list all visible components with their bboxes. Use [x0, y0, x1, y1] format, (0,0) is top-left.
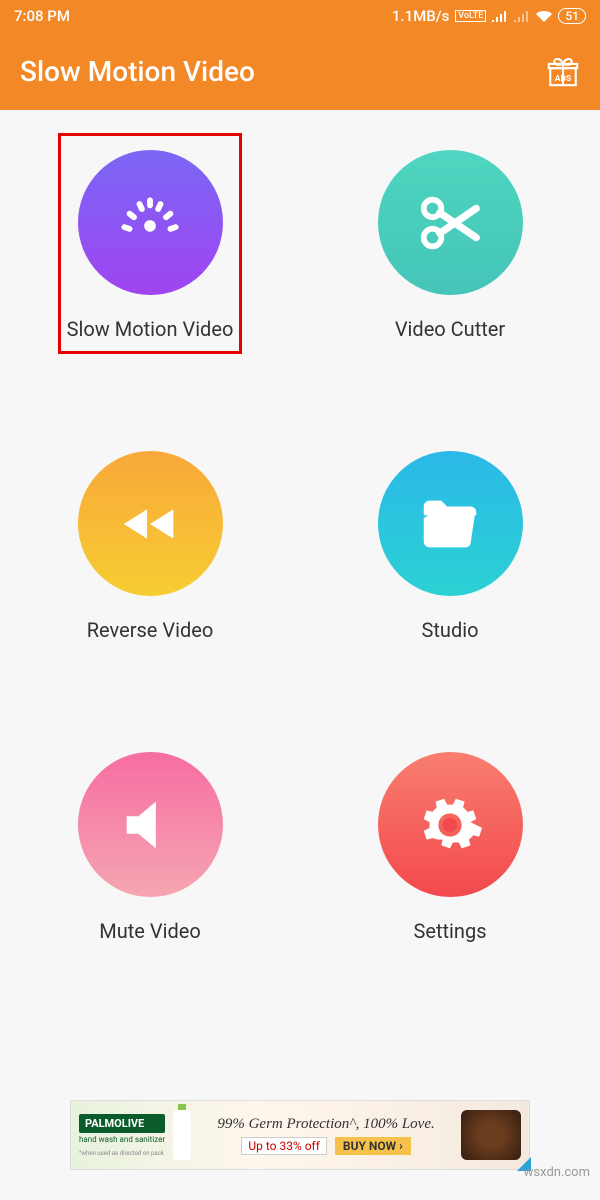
status-bar: 7:08 PM 1.1MB/s VoLTE 51 [0, 0, 600, 32]
mute-video-button[interactable]: Mute Video [78, 752, 223, 943]
gear-icon [415, 790, 485, 860]
app-header: Slow Motion Video ADS [0, 32, 600, 110]
svg-text:ADS: ADS [555, 74, 571, 84]
volte-icon: VoLTE [455, 10, 486, 22]
signal-icon [492, 10, 508, 22]
settings-label: Settings [413, 919, 486, 943]
folder-icon [415, 489, 485, 559]
ad-headline: 99% Germ Protection^, 100% Love. [217, 1116, 434, 1133]
status-time: 7:08 PM [14, 7, 70, 25]
ad-brand-block: PALMOLIVE hand wash and sanitizer ^when … [79, 1114, 165, 1157]
watermark: wsxdn.com [524, 1165, 590, 1180]
slow-motion-label: Slow Motion Video [67, 317, 234, 341]
net-speed: 1.1MB/s [392, 7, 449, 25]
speedometer-icon [115, 188, 185, 258]
video-cutter-button[interactable]: Video Cutter [378, 150, 523, 341]
wifi-icon [536, 10, 552, 22]
ad-banner[interactable]: PALMOLIVE hand wash and sanitizer ^when … [70, 1100, 530, 1170]
speaker-icon [115, 790, 185, 860]
studio-button[interactable]: Studio [378, 451, 523, 642]
reverse-video-button[interactable]: Reverse Video [78, 451, 223, 642]
reverse-video-label: Reverse Video [87, 618, 214, 642]
ad-copy: 99% Germ Protection^, 100% Love. Up to 3… [199, 1116, 453, 1155]
video-cutter-label: Video Cutter [395, 317, 505, 341]
ad-product-image-2 [461, 1110, 521, 1160]
mute-video-label: Mute Video [99, 919, 200, 943]
settings-button[interactable]: Settings [378, 752, 523, 943]
ad-brand-sub: hand wash and sanitizer [79, 1135, 165, 1144]
main-menu-grid: Slow Motion Video Video Cutter Reverse V… [0, 110, 600, 943]
ad-cta-button[interactable]: BUY NOW › [335, 1137, 411, 1155]
rewind-icon [115, 489, 185, 559]
signal-icon-2 [514, 10, 530, 22]
ads-gift-icon[interactable]: ADS [546, 54, 580, 88]
slow-motion-video-button[interactable]: Slow Motion Video [58, 133, 243, 354]
ad-product-image [173, 1110, 191, 1160]
ad-brand: PALMOLIVE [79, 1114, 165, 1133]
studio-label: Studio [422, 618, 479, 642]
scissors-icon [415, 188, 485, 258]
ad-disclaimer: ^when used as directed on pack [79, 1150, 165, 1157]
battery-icon: 51 [558, 8, 586, 24]
status-icons: 1.1MB/s VoLTE 51 [392, 7, 586, 25]
page-title: Slow Motion Video [20, 55, 255, 88]
ad-offer: Up to 33% off [241, 1137, 327, 1155]
